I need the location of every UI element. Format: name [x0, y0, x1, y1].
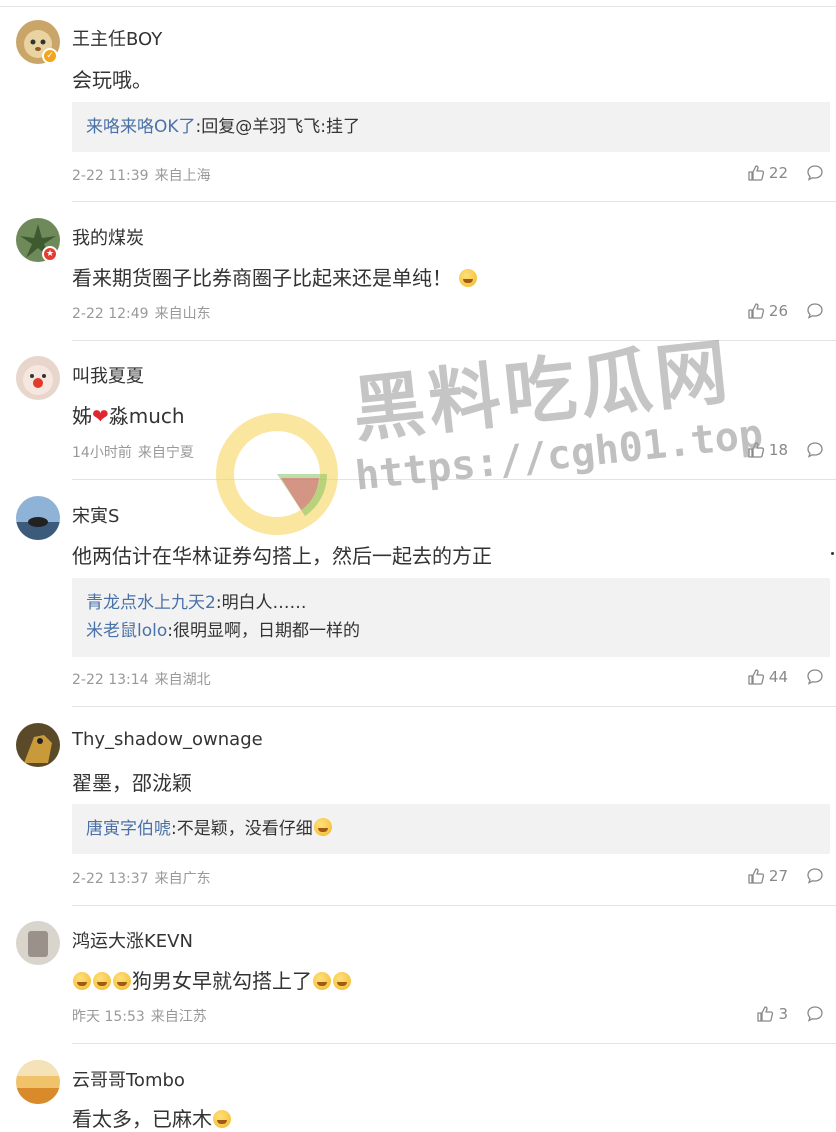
teeth-emoji-icon [313, 972, 331, 990]
heart-emoji-icon: ❤ [92, 404, 109, 428]
scroll-marker [831, 552, 834, 555]
verified-badge-icon: ✓ [42, 48, 58, 64]
like-button[interactable]: 27 [747, 867, 788, 885]
comment-location: 来自上海 [154, 168, 211, 184]
divider [72, 201, 836, 202]
watermark-url: https://cgh01.top [353, 411, 765, 500]
comment-location: 来自宁夏 [137, 445, 194, 461]
reply-box: 来咯来咯OK了:回复@羊羽飞飞:挂了 [72, 102, 830, 152]
like-count: 3 [778, 1005, 788, 1023]
comment-meta: 14小时前 来自宁夏 [72, 442, 194, 462]
laugh-emoji-icon [459, 269, 478, 287]
thumbs-up-icon [757, 1006, 774, 1022]
top-divider [0, 6, 836, 7]
comment-meta: 昨天 15:53 来自江苏 [72, 1006, 207, 1026]
reply-text: 不是颖，没看仔细 [176, 819, 313, 839]
username[interactable]: Thy_shadow_ownage [72, 729, 263, 750]
comment-reply-icon[interactable] [806, 164, 824, 182]
comment-meta: 2-22 12:49 来自山东 [72, 303, 211, 323]
comment-time: 昨天 15:53 [72, 1009, 145, 1025]
grin-emoji-icon [93, 972, 111, 990]
comment-text: 看太多，已麻木 [72, 1103, 232, 1132]
watermark-title: 黑料吃瓜网 [348, 329, 736, 453]
divider [72, 479, 836, 480]
watermark: 黑料吃瓜网 https://cgh01.top [215, 329, 765, 542]
like-button[interactable]: 22 [747, 164, 788, 182]
reply-item: 来咯来咯OK了:回复@羊羽飞飞:挂了 [86, 117, 360, 137]
avatar[interactable] [16, 921, 60, 965]
thumbs-up-icon [748, 442, 764, 458]
divider [72, 1043, 836, 1044]
thumbs-up-icon [748, 303, 764, 319]
avatar[interactable] [16, 1060, 60, 1104]
comment-time: 2-22 13:14 [72, 672, 149, 688]
like-count: 27 [768, 867, 788, 885]
thumbs-up-icon [748, 669, 764, 685]
comment-meta: 2-22 13:37 来自广东 [72, 868, 211, 888]
like-count: 44 [768, 668, 788, 686]
reply-username[interactable]: 青龙点水上九天2 [86, 593, 216, 613]
comment-location: 来自广东 [154, 871, 211, 887]
tongue-emoji-icon [213, 1110, 231, 1128]
avatar[interactable] [16, 496, 60, 540]
comment-reply-icon[interactable] [806, 867, 824, 885]
username[interactable]: 叫我夏夏 [72, 362, 144, 388]
username[interactable]: 王主任BOY [72, 25, 162, 51]
teeth-emoji-icon [333, 972, 351, 990]
username[interactable]: 鸿运大涨KEVN [72, 927, 193, 953]
grin-emoji-icon [313, 818, 332, 836]
like-button[interactable]: 26 [747, 302, 788, 320]
username[interactable]: 我的煤炭 [72, 224, 144, 250]
thumbs-up-icon [748, 868, 764, 884]
reply-username[interactable]: 来咯来咯OK了 [86, 117, 196, 137]
grin-emoji-icon [73, 972, 91, 990]
reply-item: 青龙点水上九天2:明白人…… [86, 593, 307, 613]
comment-text: 看来期货圈子比券商圈子比起来还是单纯！ [72, 262, 478, 291]
like-button[interactable]: 18 [747, 441, 788, 459]
comment-reply-icon[interactable] [806, 668, 824, 686]
comment-text: 狗男女早就勾搭上了 [72, 965, 352, 994]
comment-text: 翟墨，邵泷颖 [72, 771, 192, 795]
avatar[interactable] [16, 723, 60, 767]
reply-username[interactable]: 唐寅字伯唬 [86, 819, 171, 839]
thumbs-up-icon [748, 165, 764, 181]
member-badge-icon: ★ [42, 246, 58, 262]
comment-time: 2-22 12:49 [72, 306, 149, 322]
avatar[interactable] [16, 356, 60, 400]
reply-item: 唐寅字伯唬:不是颖，没看仔细 [86, 815, 816, 843]
site-logo-icon [216, 413, 338, 535]
comment-location: 来自江苏 [150, 1009, 207, 1025]
comment-time: 2-22 11:39 [72, 168, 149, 184]
like-count: 26 [768, 302, 788, 320]
comment-text: 他两估计在华林证券勾搭上，然后一起去的方正 [72, 544, 492, 568]
like-button[interactable]: 44 [747, 668, 788, 686]
comment-text: 会玩哦。 [72, 68, 152, 92]
comment-reply-icon[interactable] [806, 441, 824, 459]
like-button[interactable]: 3 [756, 1005, 788, 1023]
reply-username[interactable]: 米老鼠lolo [86, 621, 167, 641]
like-count: 22 [768, 164, 788, 182]
username[interactable]: 宋寅S [72, 502, 119, 528]
comment-location: 来自山东 [154, 306, 211, 322]
comment-time: 2-22 13:37 [72, 871, 149, 887]
comment-meta: 2-22 13:14 来自湖北 [72, 669, 211, 689]
comment-text: 姊❤淼much [72, 404, 185, 428]
reply-item: 米老鼠lolo:很明显啊，日期都一样的 [86, 621, 360, 641]
divider [72, 905, 836, 906]
reply-box: 唐寅字伯唬:不是颖，没看仔细 [72, 804, 830, 854]
reply-text: 很明显啊，日期都一样的 [172, 621, 360, 641]
comment-location: 来自湖北 [154, 672, 211, 688]
like-count: 18 [768, 441, 788, 459]
username[interactable]: 云哥哥Tombo [72, 1066, 185, 1092]
divider [72, 706, 836, 707]
reply-text: 回复@羊羽飞飞:挂了 [201, 117, 360, 137]
reply-box: 青龙点水上九天2:明白人…… 米老鼠lolo:很明显啊，日期都一样的 [72, 578, 830, 657]
reply-text: 明白人…… [221, 593, 307, 613]
grin-emoji-icon [113, 972, 131, 990]
comment-meta: 2-22 11:39 来自上海 [72, 165, 211, 185]
comment-reply-icon[interactable] [806, 1005, 824, 1023]
comment-reply-icon[interactable] [806, 302, 824, 320]
divider [72, 340, 836, 341]
comment-time: 14小时前 [72, 445, 132, 461]
